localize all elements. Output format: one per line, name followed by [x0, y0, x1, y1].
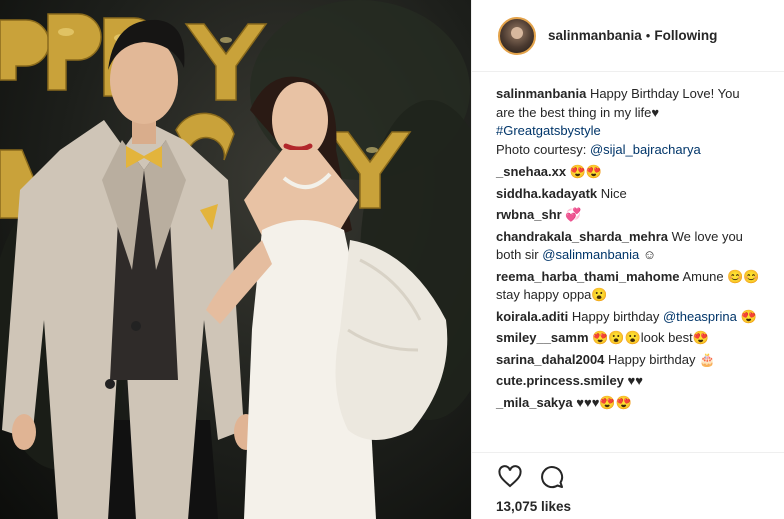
list-item: sarina_dahal2004 Happy birthday 🎂 [496, 351, 761, 370]
caption-username[interactable]: salinmanbania [496, 86, 586, 101]
comment-text: Happy birthday 🎂 [608, 351, 716, 367]
comment-text: 💞 [565, 207, 582, 222]
comment-username[interactable]: cute.princess.smiley [496, 373, 624, 388]
likes-count[interactable]: 13,075 likes [496, 499, 761, 514]
comment-mention[interactable]: @theasprina [663, 309, 737, 324]
heart-icon[interactable] [496, 463, 524, 491]
header-username[interactable]: salinmanbania [548, 28, 642, 43]
caption-text-2: Photo courtesy: [496, 141, 590, 157]
comment-username[interactable]: smiley__samm [496, 330, 589, 345]
list-item: _snehaa.xx 😍😍 [496, 163, 761, 182]
comment-username[interactable]: sarina_dahal2004 [496, 352, 604, 367]
post-photo[interactable] [0, 0, 471, 519]
avatar[interactable] [498, 16, 536, 55]
comment-username[interactable]: reema_harba_thami_mahome [496, 269, 680, 284]
post-side-panel: salinmanbania • Following salinmanbania … [471, 0, 784, 519]
caption-hashtag[interactable]: #Greatgatsbystyle [496, 123, 601, 138]
instagram-post: salinmanbania • Following salinmanbania … [0, 0, 784, 519]
comment-username[interactable]: _snehaa.xx [496, 164, 566, 179]
comment-text-after: 😍 [736, 308, 757, 324]
list-item: koirala.aditi Happy birthday @theasprina… [496, 308, 761, 327]
list-item: reema_harba_thami_mahome Amune 😊😊 stay h… [496, 268, 761, 305]
comment-mention[interactable]: @salinmanbania [542, 247, 639, 262]
comments-list: salinmanbania Happy Birthday Love! You a… [472, 85, 784, 415]
caption: salinmanbania Happy Birthday Love! You a… [496, 85, 761, 159]
comment-username[interactable]: chandrakala_sharda_mehra [496, 229, 668, 244]
list-item: rwbna_shr 💞 [496, 206, 761, 225]
comment-username[interactable]: rwbna_shr [496, 207, 562, 222]
list-item: cute.princess.smiley ♥♥ [496, 372, 761, 391]
list-item: siddha.kadayatk Nice [496, 185, 761, 204]
comment-text: ♥♥♥😍😍 [576, 394, 632, 410]
comment-text: Happy birthday [571, 308, 663, 324]
action-icons [496, 463, 761, 491]
header-separator: • [645, 28, 651, 43]
post-actions: 13,075 likes [472, 452, 784, 514]
list-item: smiley__samm 😍😮😮look best😍 [496, 329, 761, 348]
comment-text: ♥♥ [627, 373, 643, 388]
list-item: _mila_sakya ♥♥♥😍😍 [496, 394, 761, 413]
list-item: chandrakala_sharda_mehra We love you bot… [496, 228, 761, 265]
post-header: salinmanbania • Following [472, 0, 784, 72]
caption-mention[interactable]: @sijal_bajracharya [590, 142, 701, 157]
comment-text: 😍😮😮look best😍 [592, 330, 709, 345]
comment-text: Nice [600, 185, 627, 201]
comment-username[interactable]: _mila_sakya [496, 395, 573, 410]
comment-username[interactable]: koirala.aditi [496, 309, 568, 324]
comment-username[interactable]: siddha.kadayatk [496, 186, 597, 201]
comment-text: 😍😍 [569, 164, 603, 179]
following-button[interactable]: Following [654, 28, 717, 43]
speech-bubble-icon[interactable] [538, 463, 566, 491]
comment-text-after: ☺ [639, 247, 657, 262]
photo-illustration [0, 0, 471, 519]
